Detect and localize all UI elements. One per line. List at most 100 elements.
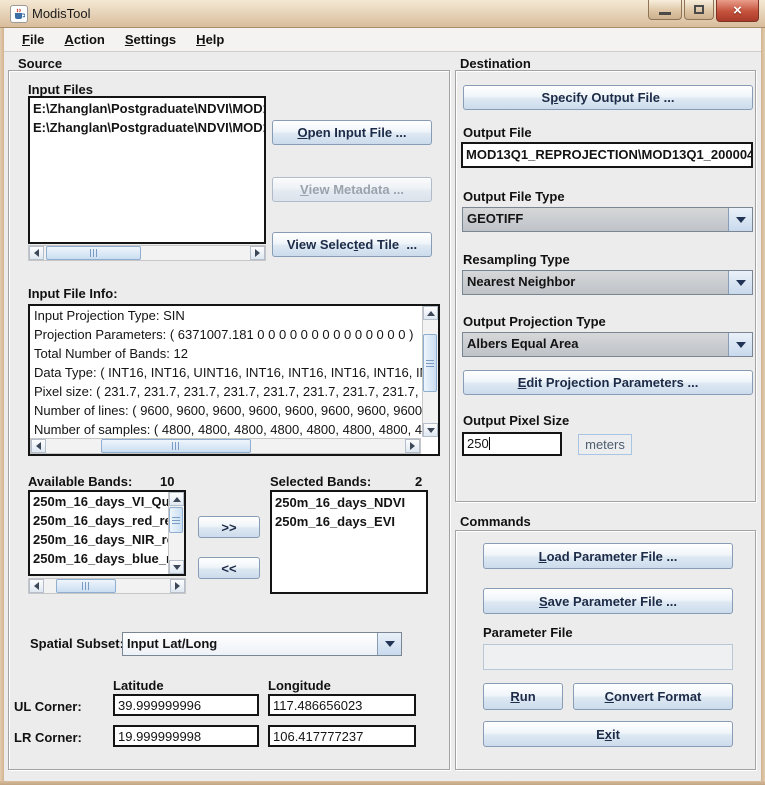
convert-format-button[interactable]: Convert Format [573, 683, 733, 710]
minimize-icon [659, 12, 671, 15]
commands-panel-title: Commands [460, 514, 531, 529]
menu-help[interactable]: Help [188, 30, 232, 49]
scroll-down-button[interactable] [169, 560, 184, 574]
output-projection-type-label: Output Projection Type [463, 314, 606, 329]
arrow-left-icon [36, 442, 41, 450]
input-file-item[interactable]: E:\Zhanglan\Postgraduate\NDVI\MOD13Q1 [30, 118, 264, 137]
bands-vscrollbar[interactable] [168, 492, 184, 574]
chevron-down-icon[interactable] [377, 633, 401, 655]
view-selected-tile-button[interactable]: View Selec t ed Tile ... [272, 232, 432, 257]
info-line: Total Number of Bands: 12 [34, 346, 188, 361]
scrollbar-thumb[interactable] [169, 507, 183, 533]
thumb-grip-icon [426, 359, 434, 367]
lr-longitude-field[interactable]: 106.417777237 [268, 725, 416, 747]
available-bands-items: 250m_16_days_VI_Quali250m_16_days_red_re… [30, 492, 168, 574]
java-cup-icon [15, 8, 25, 19]
menu-file[interactable]: File [14, 30, 52, 49]
scrollbar-thumb[interactable] [101, 439, 251, 453]
edit-projection-parameters-button[interactable]: Edit Projection Parameters ... [463, 370, 753, 395]
input-files-hscrollbar[interactable] [28, 245, 266, 261]
scrollbar-thumb[interactable] [46, 246, 141, 260]
selected-bands-label: Selected Bands: [270, 474, 372, 489]
spatial-subset-combobox[interactable]: Input Lat/Long [122, 632, 402, 656]
add-band-button[interactable]: >> [198, 516, 260, 538]
arrow-left-icon [34, 582, 39, 590]
output-file-field[interactable]: MOD13Q1_REPROJECTION\MOD13Q1_2000049.tif [461, 142, 753, 168]
remove-band-button[interactable]: << [198, 557, 260, 579]
resampling-type-combobox[interactable]: Nearest Neighbor [462, 270, 753, 295]
info-vscrollbar[interactable] [422, 306, 438, 437]
maximize-button[interactable] [684, 0, 714, 20]
scroll-left-button[interactable] [29, 579, 44, 593]
scroll-track[interactable] [44, 246, 250, 260]
chevron-down-icon[interactable] [728, 333, 752, 356]
band-item[interactable]: 250m_16_days_NDVI [272, 493, 426, 512]
parameter-file-field[interactable] [483, 644, 733, 670]
ul-corner-label: UL Corner: [14, 699, 82, 714]
scroll-right-button[interactable] [170, 579, 185, 593]
menu-settings[interactable]: Settings [117, 30, 184, 49]
selected-bands-list[interactable]: 250m_16_days_NDVI 250m_16_days_EVI [270, 490, 428, 594]
open-input-file-button[interactable]: Open Input File ... [272, 120, 432, 145]
lr-latitude-field[interactable]: 19.999999998 [113, 725, 259, 747]
info-hscrollbar[interactable] [30, 438, 421, 454]
scroll-right-button[interactable] [405, 439, 420, 453]
ul-latitude-field[interactable]: 39.999999996 [113, 694, 259, 716]
scrollbar-thumb[interactable] [56, 579, 116, 593]
scroll-track[interactable] [423, 320, 438, 423]
output-file-label: Output File [463, 125, 532, 140]
input-files-list[interactable]: E:\Zhanglan\Postgraduate\NDVI\MOD13Q1E:\… [28, 96, 266, 244]
save-parameter-file-button[interactable]: Save Parameter File ... [483, 588, 733, 614]
available-bands-list[interactable]: 250m_16_days_VI_Quali250m_16_days_red_re… [28, 490, 186, 576]
resampling-type-label: Resampling Type [463, 252, 570, 267]
exit-button[interactable]: Ex it [483, 721, 733, 747]
spatial-subset-label: Spatial Subset: [30, 636, 124, 651]
latitude-header: Latitude [113, 678, 164, 693]
pixel-size-units: meters [578, 434, 632, 455]
arrow-up-icon [426, 310, 435, 316]
bands-hscrollbar[interactable] [28, 578, 186, 594]
arrow-right-icon [175, 582, 180, 590]
arrow-down-icon [426, 427, 435, 433]
close-button[interactable]: × [716, 0, 759, 22]
scroll-track[interactable] [169, 506, 184, 560]
resampling-type-value: Nearest Neighbor [463, 271, 728, 294]
chevron-down-icon[interactable] [728, 208, 752, 231]
java-app-icon [10, 5, 28, 23]
ul-longitude-field[interactable]: 117.486656023 [268, 694, 416, 716]
scroll-up-button[interactable] [169, 492, 184, 506]
close-icon: × [733, 2, 742, 19]
input-file-info-box[interactable]: Input Projection Type: SIN Projection Par… [28, 304, 440, 456]
output-file-type-combobox[interactable]: GEOTIFF [462, 207, 753, 232]
load-parameter-file-button[interactable]: Load Parameter File ... [483, 543, 733, 569]
text-caret [488, 437, 490, 450]
scroll-track[interactable] [46, 439, 405, 453]
band-item[interactable]: 250m_16_days_NIR_refl [30, 530, 168, 549]
lr-corner-label: LR Corner: [14, 730, 82, 745]
input-file-item[interactable]: E:\Zhanglan\Postgraduate\NDVI\MOD13Q1 [30, 99, 264, 118]
thumb-grip-icon [172, 442, 180, 450]
menu-action[interactable]: Action [56, 30, 112, 49]
scroll-right-button[interactable] [250, 246, 265, 260]
band-item[interactable]: 250m_16_days_VI_Quali [30, 492, 168, 511]
output-projection-type-value: Albers Equal Area [463, 333, 728, 356]
scroll-left-button[interactable] [31, 439, 46, 453]
output-pixel-size-field[interactable]: 250 [462, 432, 562, 456]
scroll-track[interactable] [44, 579, 170, 593]
info-line: Data Type: ( INT16, INT16, UINT16, INT16… [34, 365, 438, 380]
specify-output-file-button[interactable]: Sp ecify Output File ... [463, 85, 753, 110]
view-metadata-button[interactable]: View Metadata ... [272, 177, 432, 202]
output-projection-type-combobox[interactable]: Albers Equal Area [462, 332, 753, 357]
band-item[interactable]: 250m_16_days_red_refl [30, 511, 168, 530]
scroll-down-button[interactable] [423, 423, 438, 437]
run-button[interactable]: Run [483, 683, 563, 710]
output-file-type-label: Output File Type [463, 189, 565, 204]
scroll-up-button[interactable] [423, 306, 438, 320]
scrollbar-thumb[interactable] [423, 334, 437, 392]
minimize-button[interactable] [648, 0, 682, 20]
band-item[interactable]: 250m_16_days_blue_ref [30, 549, 168, 568]
scroll-left-button[interactable] [29, 246, 44, 260]
chevron-down-icon[interactable] [728, 271, 752, 294]
band-item[interactable]: 250m_16_days_EVI [272, 512, 426, 531]
spatial-subset-value: Input Lat/Long [123, 633, 377, 655]
